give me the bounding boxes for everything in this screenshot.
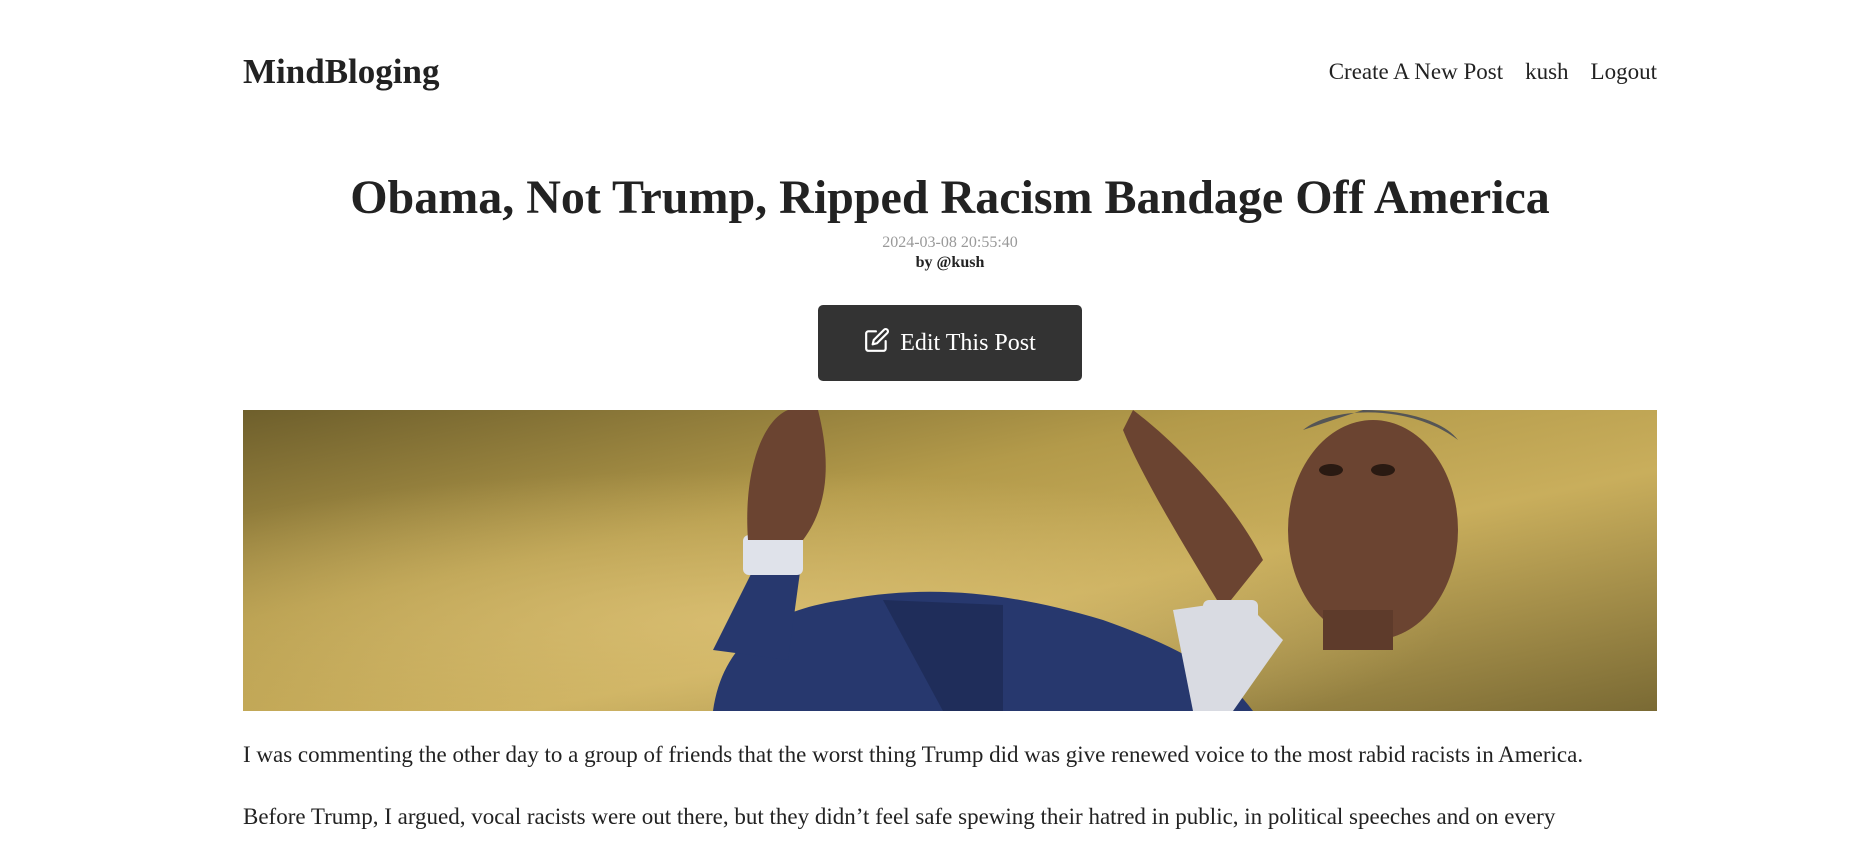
nav-logout[interactable]: Logout — [1591, 59, 1657, 85]
post-hero-image — [243, 410, 1657, 711]
post-content: I was commenting the other day to a grou… — [243, 740, 1657, 844]
site-logo[interactable]: MindBloging — [243, 52, 439, 92]
main-nav: Create A New Post kush Logout — [1329, 59, 1657, 85]
post-paragraph: I was commenting the other day to a grou… — [243, 742, 1584, 767]
post-paragraph: Before Trump, I argued, vocal racists we… — [243, 804, 1556, 829]
edit-pencil-icon — [864, 327, 890, 360]
site-header: MindBloging Create A New Post kush Logou… — [243, 52, 1657, 92]
post-title: Obama, Not Trump, Ripped Racism Bandage … — [350, 171, 1550, 224]
edit-post-label: Edit This Post — [900, 329, 1036, 356]
nav-create-post[interactable]: Create A New Post — [1329, 59, 1503, 85]
edit-post-button[interactable]: Edit This Post — [818, 305, 1082, 381]
post-author: by @kush — [915, 254, 985, 271]
post-date: 2024-03-08 20:55:40 — [882, 234, 1018, 251]
nav-username[interactable]: kush — [1525, 59, 1568, 85]
page: MindBloging Create A New Post kush Logou… — [0, 0, 1873, 844]
